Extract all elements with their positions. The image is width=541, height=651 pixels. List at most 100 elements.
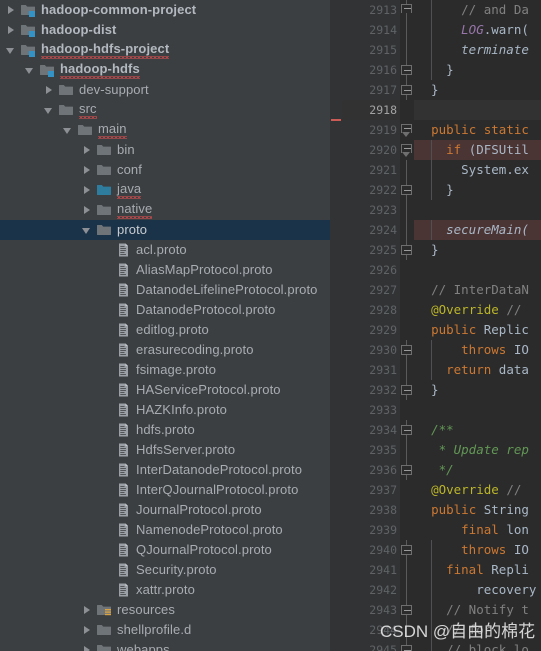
fold-marker-row[interactable] (400, 220, 414, 240)
code-line[interactable]: // for (414, 620, 541, 640)
tree-file-item[interactable]: HdfsServer.proto (0, 440, 330, 460)
tree-folder-item[interactable]: hadoop-dist (0, 20, 330, 40)
tree-file-item[interactable]: hdfs.proto (0, 420, 330, 440)
tree-folder-item[interactable]: bin (0, 140, 330, 160)
gutter-row[interactable]: 2934 (342, 420, 400, 440)
tree-folder-item[interactable]: native (0, 200, 330, 220)
fold-marker-row[interactable] (400, 600, 414, 620)
code-line[interactable] (414, 260, 541, 280)
fold-expand-arrow-icon[interactable] (402, 132, 410, 137)
code-line[interactable]: return data (414, 360, 541, 380)
gutter-row[interactable]: 2933 (342, 400, 400, 420)
fold-marker-row[interactable] (400, 80, 414, 100)
editor-code-folding-column[interactable] (400, 0, 414, 651)
gutter-row[interactable]: 2930 (342, 340, 400, 360)
editor-line-number-gutter[interactable]: 2913 2914 2915 2916 2917 2918 2919 2920 2921 2922… (342, 0, 418, 651)
tree-file-item[interactable]: DatanodeLifelineProtocol.proto (0, 280, 330, 300)
tree-file-item[interactable]: HAZKInfo.proto (0, 400, 330, 420)
fold-marker-row[interactable] (400, 100, 414, 120)
fold-collapse-icon[interactable] (401, 605, 412, 615)
fold-marker-row[interactable] (400, 160, 414, 180)
gutter-row[interactable]: 2936 (342, 460, 400, 480)
gutter-row[interactable]: 2940 (342, 540, 400, 560)
tree-folder-item[interactable]: proto (0, 220, 330, 240)
fold-collapse-icon[interactable] (401, 245, 412, 255)
tree-file-item[interactable]: Security.proto (0, 560, 330, 580)
code-line[interactable]: // InterDataN (414, 280, 541, 300)
code-line[interactable]: @Override // (414, 480, 541, 500)
chevron-right-icon[interactable] (82, 145, 93, 156)
fold-expand-arrow-icon[interactable] (402, 152, 410, 157)
code-editor-panel[interactable]: 2913 2914 2915 2916 2917 2918 2919 2920 2921 2922… (330, 0, 541, 651)
fold-marker-row[interactable] (400, 60, 414, 80)
tree-folder-item[interactable]: resources (0, 600, 330, 620)
tree-file-item[interactable]: DatanodeProtocol.proto (0, 300, 330, 320)
gutter-row[interactable]: 2917 (342, 80, 400, 100)
gutter-row[interactable]: 2937 (342, 480, 400, 500)
chevron-right-icon[interactable] (6, 25, 17, 36)
tree-folder-item[interactable]: java (0, 180, 330, 200)
code-line[interactable]: // and Da (414, 0, 541, 20)
tree-file-item[interactable]: fsimage.proto (0, 360, 330, 380)
tree-folder-item[interactable]: conf (0, 160, 330, 180)
code-line[interactable]: // block lo (414, 640, 541, 651)
code-line[interactable]: LOG.warn( (414, 20, 541, 40)
code-line[interactable]: final Repli (414, 560, 541, 580)
fold-marker-row[interactable] (400, 0, 414, 20)
code-line[interactable]: throws IO (414, 540, 541, 560)
fold-marker-row[interactable] (400, 520, 414, 540)
chevron-right-icon[interactable] (82, 165, 93, 176)
tree-file-item[interactable]: QJournalProtocol.proto (0, 540, 330, 560)
code-line[interactable]: System.ex (414, 160, 541, 180)
gutter-row[interactable]: 2923 (342, 200, 400, 220)
fold-marker-row[interactable] (400, 480, 414, 500)
gutter-row[interactable]: 2922 (342, 180, 400, 200)
tree-folder-item[interactable]: src (0, 100, 330, 120)
gutter-row[interactable]: 2915 (342, 40, 400, 60)
code-line[interactable] (414, 400, 541, 420)
code-line[interactable]: final lon (414, 520, 541, 540)
fold-collapse-icon[interactable] (401, 385, 412, 395)
fold-marker-row[interactable] (400, 620, 414, 640)
fold-marker-row[interactable] (400, 280, 414, 300)
code-line[interactable]: recovery (414, 580, 541, 600)
chevron-down-icon[interactable] (6, 45, 17, 56)
error-stripe-mark[interactable] (331, 119, 341, 121)
code-line[interactable]: } (414, 380, 541, 400)
chevron-down-icon[interactable] (25, 65, 36, 76)
gutter-row[interactable]: 2913 (342, 0, 400, 20)
code-line[interactable]: } (414, 60, 541, 80)
chevron-down-icon[interactable] (82, 225, 93, 236)
fold-marker-row[interactable] (400, 500, 414, 520)
gutter-row[interactable]: 2931 (342, 360, 400, 380)
fold-marker-row[interactable] (400, 260, 414, 280)
tree-folder-item[interactable]: dev-support (0, 80, 330, 100)
code-line[interactable]: terminate (414, 40, 541, 60)
tree-file-item[interactable]: HAServiceProtocol.proto (0, 380, 330, 400)
fold-marker-row[interactable] (400, 580, 414, 600)
code-line[interactable]: public Replic (414, 320, 541, 340)
fold-collapse-icon[interactable] (401, 645, 412, 651)
fold-collapse-icon[interactable] (401, 85, 412, 95)
code-line[interactable]: * Update rep (414, 440, 541, 460)
gutter-row[interactable]: 2941 (342, 560, 400, 580)
tree-folder-item[interactable]: webapps (0, 640, 330, 651)
code-line[interactable]: /** (414, 420, 541, 440)
tree-folder-item[interactable]: hadoop-hdfs (0, 60, 330, 80)
fold-marker-row[interactable] (400, 360, 414, 380)
fold-marker-row[interactable] (400, 400, 414, 420)
gutter-row[interactable]: 2920 (342, 140, 415, 160)
code-line[interactable] (414, 100, 541, 120)
fold-marker-row[interactable] (400, 380, 414, 400)
code-line[interactable]: } (414, 80, 541, 100)
code-line[interactable]: public static (414, 120, 541, 140)
fold-collapse-icon[interactable] (401, 65, 412, 75)
gutter-row[interactable]: 2938I (342, 500, 418, 520)
fold-marker-row[interactable] (400, 140, 414, 160)
tree-file-item[interactable]: editlog.proto (0, 320, 330, 340)
gutter-row[interactable]: 2916 (342, 60, 400, 80)
chevron-right-icon[interactable] (82, 185, 93, 196)
code-line[interactable]: // Notify t (414, 600, 541, 620)
tree-file-item[interactable]: xattr.proto (0, 580, 330, 600)
fold-marker-row[interactable] (400, 40, 414, 60)
